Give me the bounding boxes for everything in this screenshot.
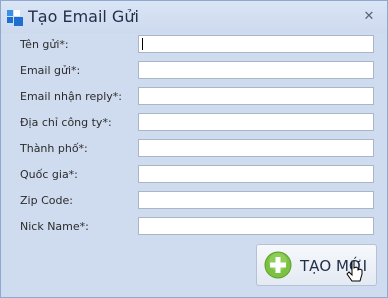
nick-name-input[interactable] bbox=[138, 217, 374, 235]
text-caret bbox=[142, 38, 143, 50]
form-row-city: Thành phố*: bbox=[1, 138, 387, 160]
country-input[interactable] bbox=[138, 165, 374, 183]
dialog-window: Tạo Email Gửi ✕ Tên gửi*: Email gửi*: Em… bbox=[0, 0, 388, 298]
title-bar: Tạo Email Gửi ✕ bbox=[1, 1, 387, 33]
sender-email-label: Email gửi*: bbox=[20, 64, 81, 77]
country-label: Quốc gia*: bbox=[20, 168, 78, 181]
zip-code-label: Zip Code: bbox=[20, 194, 73, 207]
sender-name-input[interactable] bbox=[138, 35, 374, 53]
zip-code-input[interactable] bbox=[138, 191, 374, 209]
mouse-pointer-icon bbox=[346, 260, 364, 286]
city-label: Thành phố*: bbox=[20, 142, 88, 155]
close-icon[interactable]: ✕ bbox=[361, 9, 377, 25]
form-row-country: Quốc gia*: bbox=[1, 164, 387, 186]
form-row-company-address: Địa chỉ công ty*: bbox=[1, 112, 387, 134]
form-row-zip-code: Zip Code: bbox=[1, 190, 387, 212]
form-row-nick-name: Nick Name*: bbox=[1, 216, 387, 238]
sender-email-input[interactable] bbox=[138, 61, 374, 79]
plus-circle-icon bbox=[264, 251, 292, 279]
app-logo-icon bbox=[7, 10, 23, 26]
form-row-sender-name: Tên gửi*: bbox=[1, 34, 387, 56]
form-row-reply-email: Email nhận reply*: bbox=[1, 86, 387, 108]
company-address-input[interactable] bbox=[138, 113, 374, 131]
reply-email-label: Email nhận reply*: bbox=[20, 90, 122, 103]
sender-name-label: Tên gửi*: bbox=[20, 38, 69, 51]
window-title: Tạo Email Gửi bbox=[28, 7, 139, 26]
form-row-sender-email: Email gửi*: bbox=[1, 60, 387, 82]
nick-name-label: Nick Name*: bbox=[20, 220, 89, 233]
reply-email-input[interactable] bbox=[138, 87, 374, 105]
city-input[interactable] bbox=[138, 139, 374, 157]
company-address-label: Địa chỉ công ty*: bbox=[20, 116, 112, 129]
